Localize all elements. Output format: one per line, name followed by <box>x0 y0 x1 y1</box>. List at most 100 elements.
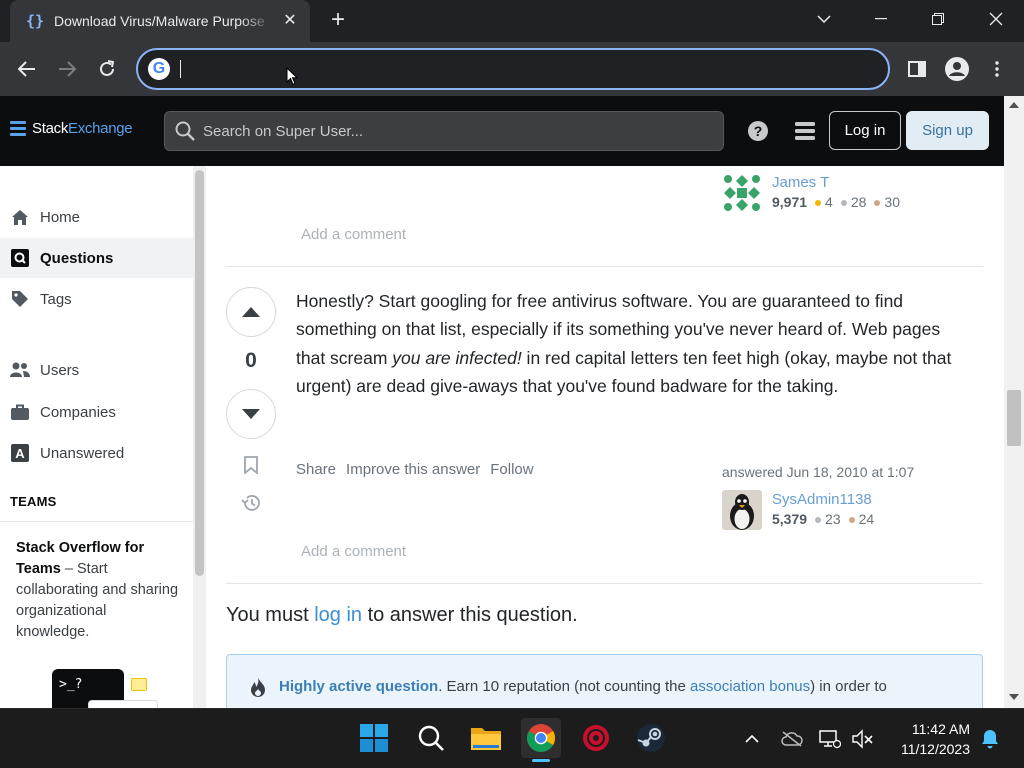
sidebar-item-questions[interactable]: Questions <box>0 238 193 278</box>
teams-terminal-text: >_? <box>59 677 83 692</box>
volume-button[interactable] <box>851 727 875 751</box>
notice-text: . Earn 10 reputation (not counting the <box>438 678 691 695</box>
sidebar-item-users[interactable]: Users <box>0 350 193 390</box>
add-comment-link[interactable]: Add a comment <box>301 226 406 243</box>
scroll-down-arrow-icon[interactable] <box>1009 694 1019 700</box>
close-window-button[interactable] <box>976 6 1016 32</box>
vote-count: 0 <box>245 349 257 372</box>
address-input[interactable] <box>170 54 888 84</box>
unanswered-icon: A <box>10 444 30 462</box>
mouse-cursor-icon <box>286 67 298 86</box>
answer-user-card: SysAdmin1138 5,379 23 24 <box>722 490 882 530</box>
page-scrollbar-thumb[interactable] <box>1007 390 1021 446</box>
site-switcher-icon[interactable] <box>794 120 816 142</box>
chrome-icon <box>527 724 555 752</box>
sidebar-item-companies[interactable]: Companies <box>0 392 193 432</box>
login-button[interactable]: Log in <box>829 111 901 150</box>
share-link[interactable]: Share <box>296 461 336 478</box>
minimize-icon <box>875 18 887 20</box>
site-search-box[interactable] <box>164 111 724 151</box>
avatar[interactable] <box>722 173 762 213</box>
site-search-input[interactable] <box>195 122 723 140</box>
gold-badge-icon <box>815 199 822 206</box>
new-tab-button[interactable]: + <box>326 8 350 32</box>
stackexchange-logo[interactable]: StackExchange <box>10 120 133 137</box>
scroll-up-arrow-icon[interactable] <box>1009 102 1019 108</box>
taskbar-search-button[interactable] <box>411 718 451 758</box>
file-explorer-button[interactable] <box>466 718 506 758</box>
onedrive-button[interactable] <box>780 727 804 751</box>
reload-button[interactable] <box>92 54 122 84</box>
teams-card-illustration <box>88 700 158 708</box>
start-button[interactable] <box>354 718 394 758</box>
svg-text:A: A <box>15 446 25 461</box>
sidebar-item-label: Questions <box>40 249 114 267</box>
add-comment-link[interactable]: Add a comment <box>301 543 406 560</box>
upvote-button[interactable] <box>226 287 276 337</box>
sidebar-scrollbar[interactable] <box>193 166 206 708</box>
sidebar-scrollbar-thumb[interactable] <box>195 170 204 576</box>
text-caret <box>180 60 181 78</box>
history-icon <box>241 495 260 511</box>
silver-badge-icon <box>840 199 847 206</box>
side-panel-button[interactable] <box>902 54 932 84</box>
penguin-avatar-icon <box>722 490 762 530</box>
address-bar[interactable]: G <box>136 48 890 90</box>
left-sidebar: Home Questions Tags Users Companies A Un… <box>0 166 206 708</box>
downvote-button[interactable] <box>226 389 276 439</box>
help-icon[interactable]: ? <box>747 120 769 142</box>
chat-bubble-icon <box>131 678 147 691</box>
minimize-button[interactable] <box>861 6 901 32</box>
signup-button[interactable]: Sign up <box>906 111 989 150</box>
tab-search-button[interactable] <box>804 6 844 32</box>
restore-button[interactable] <box>918 6 958 32</box>
bell-icon <box>982 730 998 749</box>
forward-button[interactable] <box>52 54 82 84</box>
tab-close-icon[interactable]: ✕ <box>280 11 300 31</box>
avatar[interactable] <box>722 490 762 530</box>
arrow-right-icon <box>59 61 76 77</box>
bookmark-button[interactable] <box>240 454 262 476</box>
association-bonus-link[interactable]: association bonus <box>690 678 810 695</box>
main-content: James T 9,971 4 28 30 Add a comment 0 Ho… <box>206 166 1004 708</box>
follow-link[interactable]: Follow <box>490 461 533 478</box>
notice-title[interactable]: Highly active question <box>279 678 438 695</box>
sidebar-item-home[interactable]: Home <box>0 197 193 237</box>
sidebar-item-label: Home <box>40 208 81 226</box>
chrome-menu-button[interactable] <box>982 54 1012 84</box>
timeline-button[interactable] <box>240 492 262 514</box>
svg-text:?: ? <box>754 123 763 139</box>
sidebar-item-tags[interactable]: Tags <box>0 279 193 319</box>
sidebar-item-label: Users <box>40 361 80 379</box>
side-panel-icon <box>908 61 926 77</box>
profile-button[interactable] <box>942 54 972 84</box>
sidebar-item-label: Companies <box>40 403 116 421</box>
reputation-score: 5,379 <box>772 511 808 527</box>
taskbar-clock[interactable]: 11:42 AM 11/12/2023 <box>880 719 970 759</box>
back-button[interactable] <box>12 54 42 84</box>
user-reputation: 9,971 4 28 30 <box>772 192 908 213</box>
user-name-link[interactable]: James T <box>772 173 908 192</box>
chrome-taskbar-button[interactable] <box>521 718 561 758</box>
network-button[interactable] <box>818 727 842 751</box>
improve-answer-link[interactable]: Improve this answer <box>346 461 480 478</box>
google-icon: G <box>148 58 170 80</box>
volume-muted-icon <box>852 729 873 749</box>
teams-heading: TEAMS <box>10 494 57 509</box>
show-hidden-icons-button[interactable] <box>740 727 764 751</box>
logo-text-stack: Stack <box>32 120 69 137</box>
briefcase-icon <box>10 403 30 421</box>
page-scrollbar[interactable] <box>1004 96 1024 708</box>
bronze-badge-count: 24 <box>858 511 875 527</box>
login-link[interactable]: log in <box>314 604 362 626</box>
windows-taskbar: 11:42 AM 11/12/2023 <box>0 708 1024 768</box>
chevron-up-icon <box>745 735 759 743</box>
browser-tab-strip: {} Download Virus/Malware Purpose ✕ + <box>0 0 1024 42</box>
browser-tab[interactable]: {} Download Virus/Malware Purpose ✕ <box>10 0 310 42</box>
sidebar-item-unanswered[interactable]: A Unanswered <box>0 433 193 473</box>
security-app-button[interactable] <box>576 718 616 758</box>
user-name-link[interactable]: SysAdmin1138 <box>772 490 882 509</box>
steam-button[interactable] <box>631 718 671 758</box>
notifications-button[interactable] <box>978 727 1002 751</box>
windows-logo-icon <box>360 724 388 752</box>
